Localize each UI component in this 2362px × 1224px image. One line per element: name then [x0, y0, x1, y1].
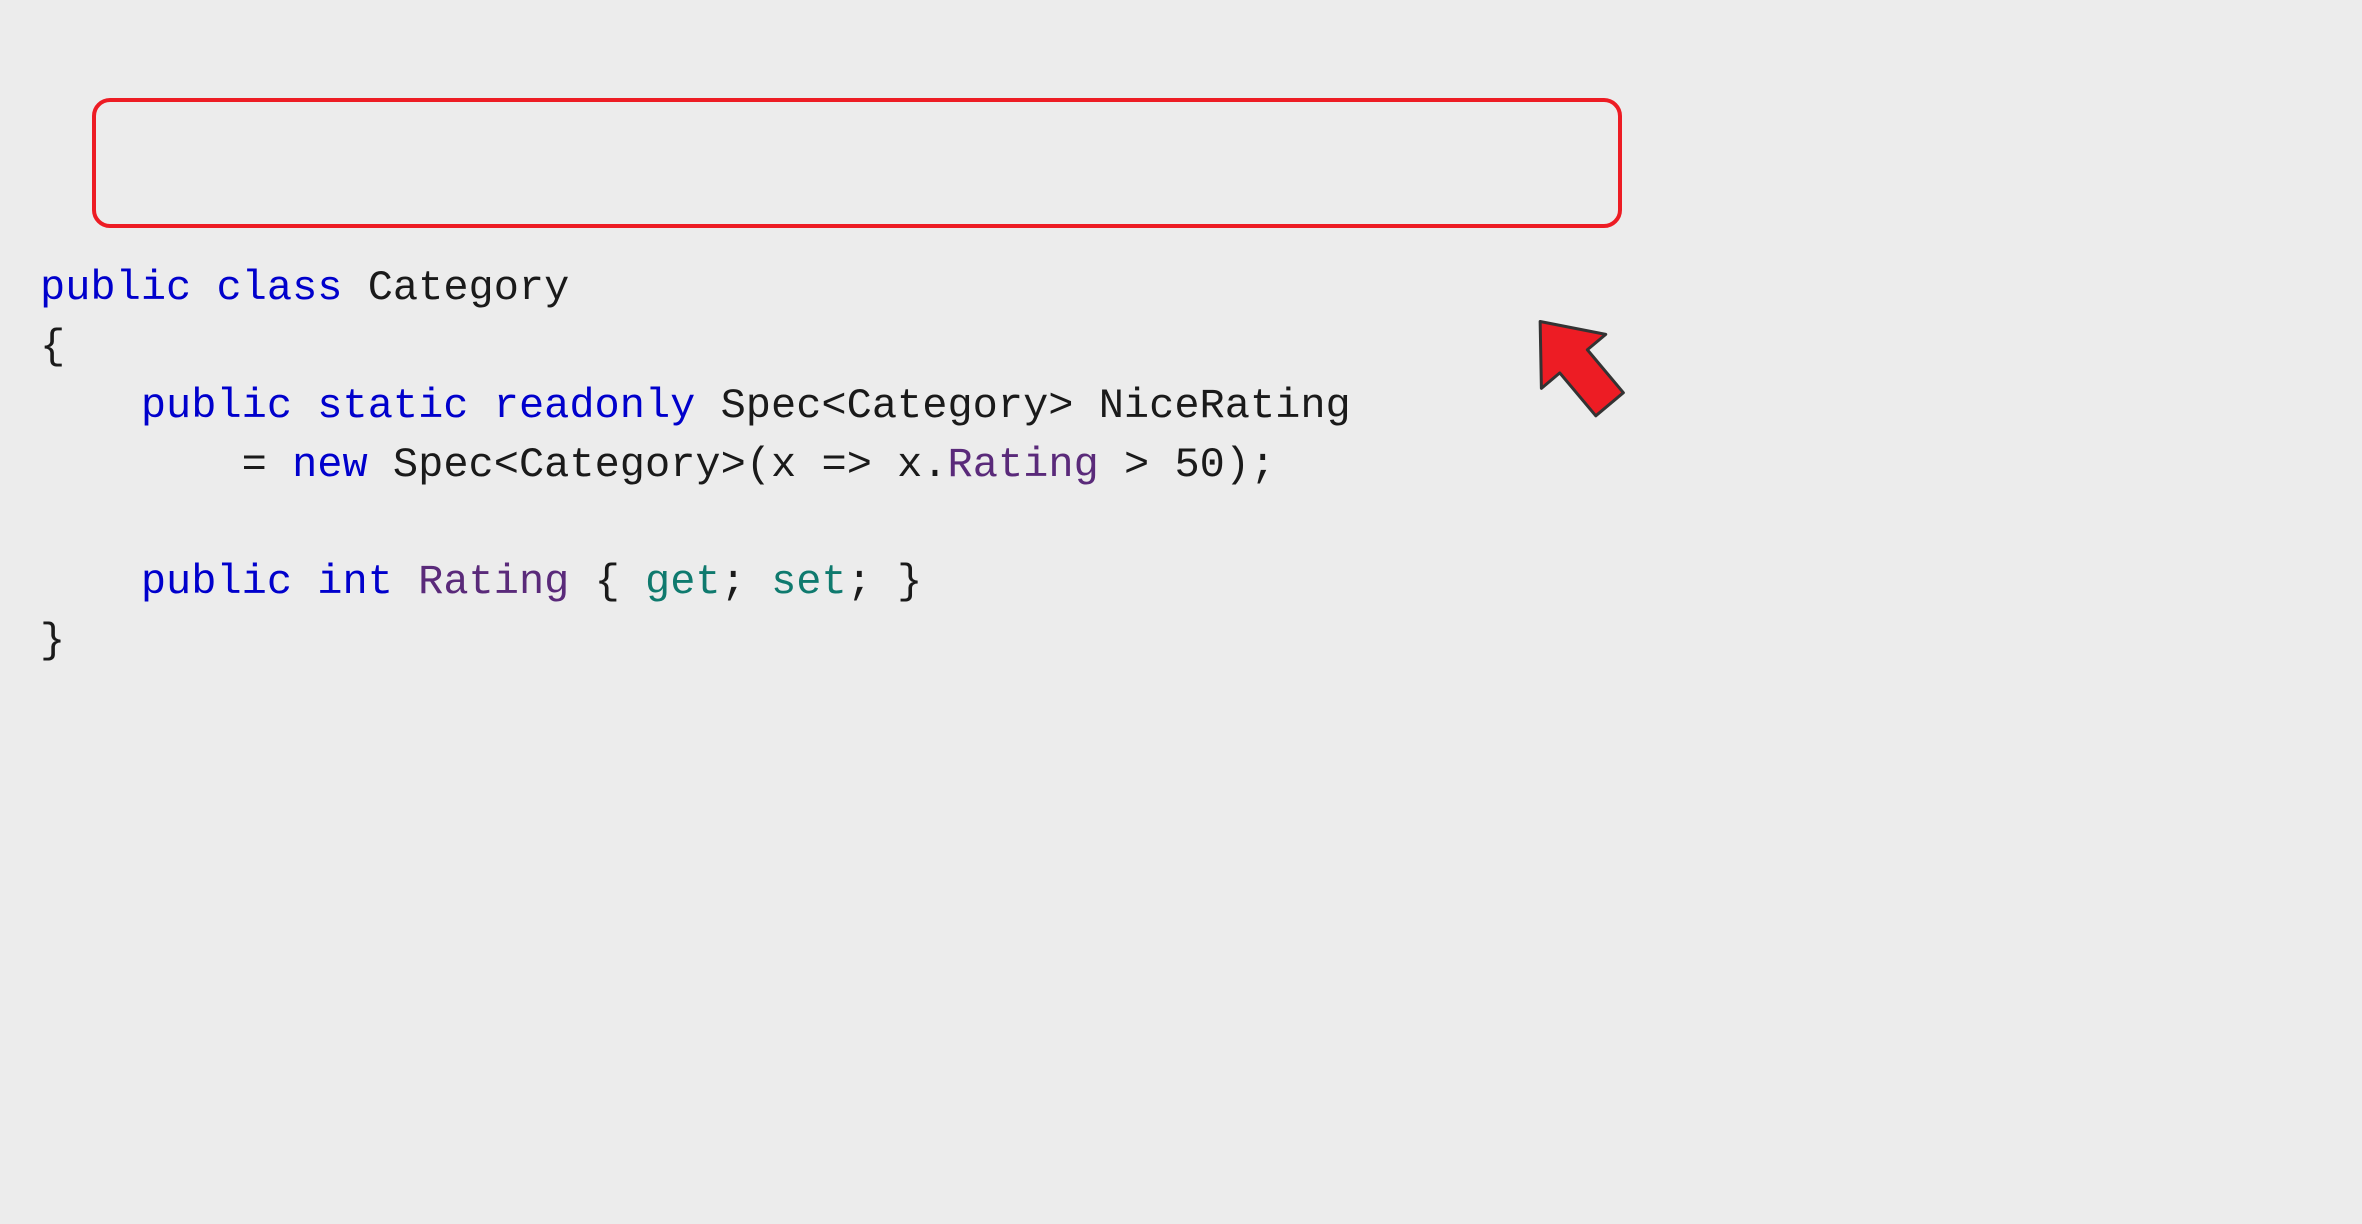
angle-close: > — [1048, 382, 1073, 430]
type-spec: Spec — [393, 441, 494, 489]
brace-close: } — [40, 617, 65, 665]
highlight-box — [92, 98, 1622, 228]
brace-open: { — [595, 558, 620, 606]
lambda-arrow: => — [821, 441, 871, 489]
angle-open: < — [494, 441, 519, 489]
paren-open: ( — [746, 441, 771, 489]
semicolon: ; — [1250, 441, 1275, 489]
keyword-readonly: readonly — [494, 382, 696, 430]
semicolon: ; — [847, 558, 872, 606]
type-category: Category — [519, 441, 721, 489]
type-spec: Spec — [721, 382, 822, 430]
field-name-nicerating: NiceRating — [1099, 382, 1351, 430]
keyword-int: int — [317, 558, 393, 606]
keyword-class: class — [216, 264, 342, 312]
paren-close: ) — [1225, 441, 1250, 489]
keyword-new: new — [292, 441, 368, 489]
equals: = — [242, 441, 267, 489]
lambda-param: x — [771, 441, 796, 489]
lambda-x-dot: x. — [897, 441, 947, 489]
brace-open: { — [40, 323, 65, 371]
accessor-get: get — [645, 558, 721, 606]
number-50: 50 — [1174, 441, 1224, 489]
keyword-public: public — [141, 382, 292, 430]
keyword-public: public — [141, 558, 292, 606]
member-rating: Rating — [948, 441, 1099, 489]
property-rating: Rating — [418, 558, 569, 606]
brace-close: } — [897, 558, 922, 606]
angle-close: > — [721, 441, 746, 489]
accessor-set: set — [771, 558, 847, 606]
semicolon: ; — [721, 558, 746, 606]
keyword-public: public — [40, 264, 191, 312]
type-category: Category — [847, 382, 1049, 430]
keyword-static: static — [317, 382, 468, 430]
gt-operator: > — [1124, 441, 1149, 489]
code-block: public class Category { public static re… — [40, 259, 2322, 671]
angle-open: < — [821, 382, 846, 430]
type-category: Category — [368, 264, 570, 312]
